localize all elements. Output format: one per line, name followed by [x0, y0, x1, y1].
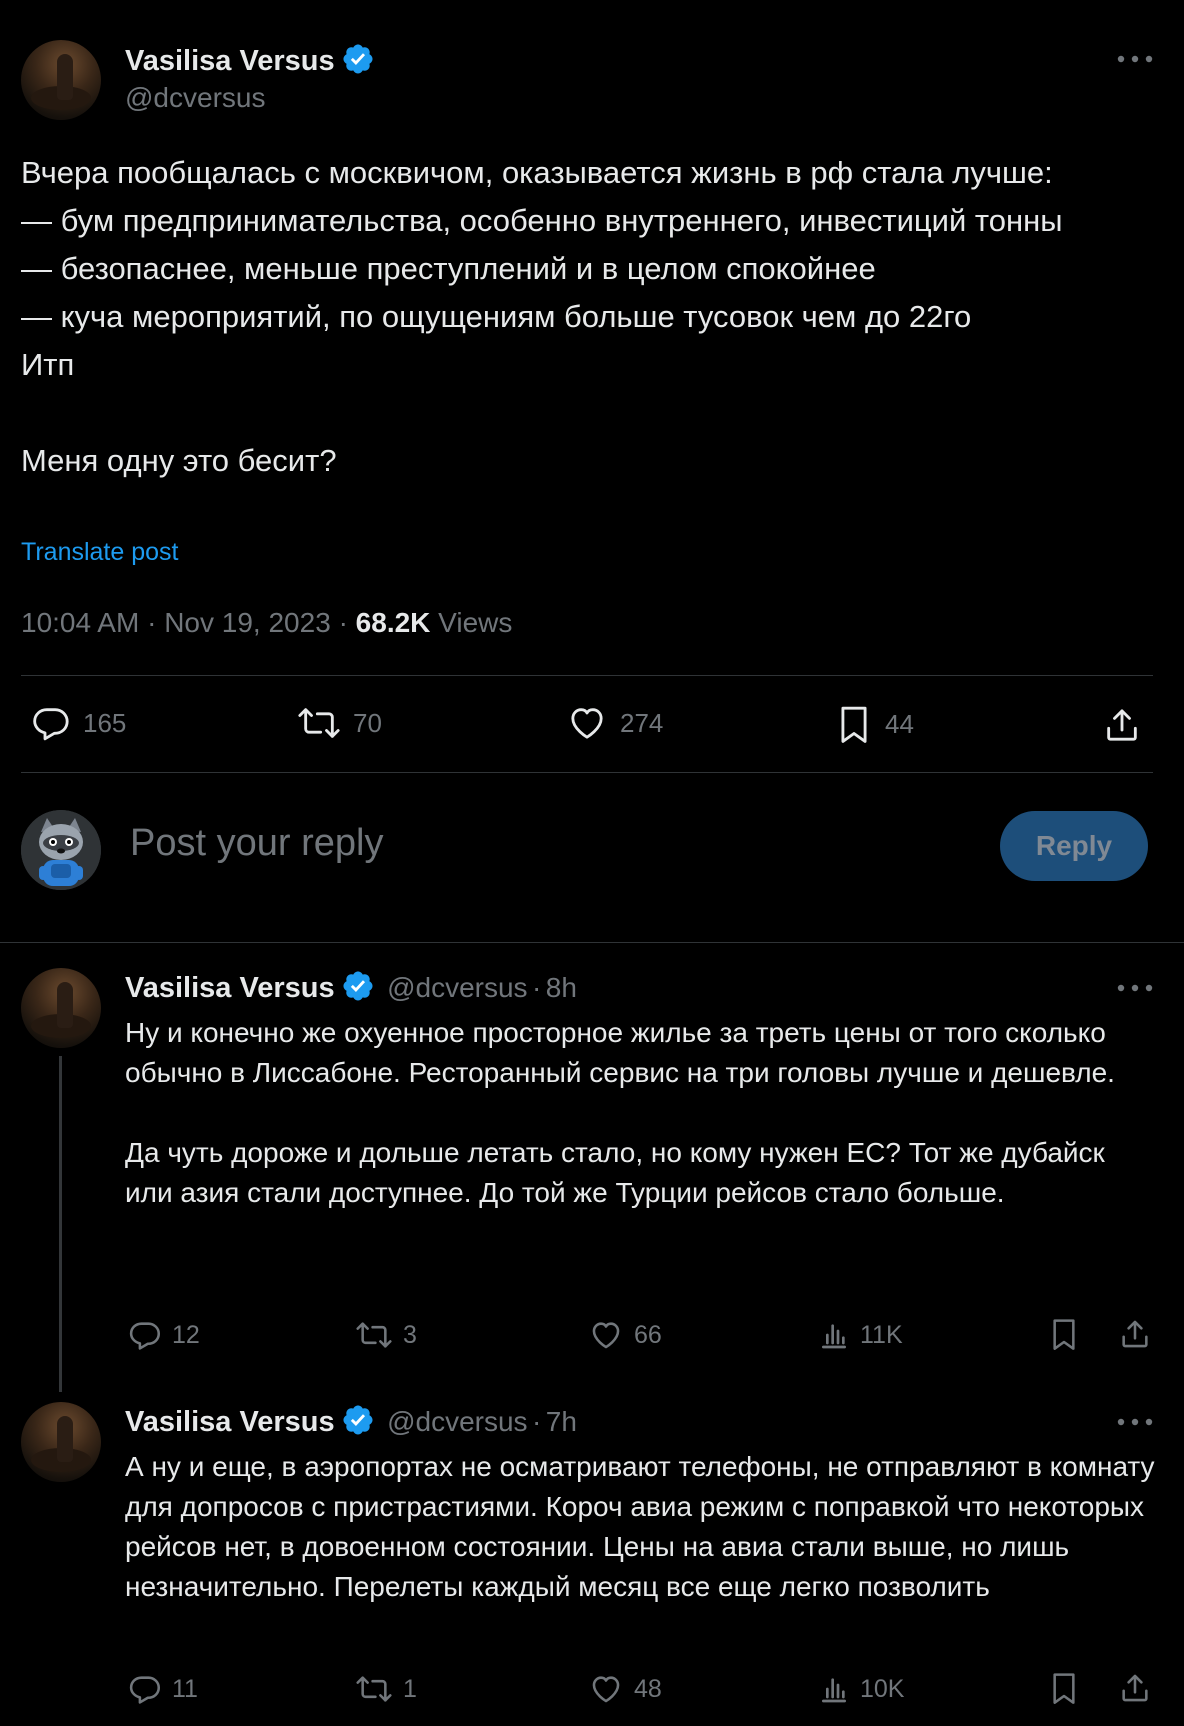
meta-separator: · [532, 972, 542, 1003]
repost-icon [355, 1672, 393, 1706]
author-name-row[interactable]: Vasilisa Versus [125, 42, 375, 78]
reply-icon [128, 1318, 162, 1352]
more-icon[interactable] [1115, 981, 1155, 999]
repost-icon [355, 1318, 393, 1352]
repost-action[interactable]: 3 [355, 1318, 417, 1352]
reply-time[interactable]: 7h [546, 1406, 577, 1437]
views-icon [818, 1672, 850, 1706]
author-name[interactable]: Vasilisa Versus [125, 45, 335, 77]
divider [21, 772, 1153, 773]
bookmark-count: 44 [885, 708, 914, 739]
repost-action[interactable]: 1 [355, 1672, 417, 1706]
reply-time[interactable]: 8h [546, 972, 577, 1003]
reply-button[interactable]: Reply [1000, 811, 1148, 881]
divider [0, 942, 1184, 943]
reply-count: 11 [172, 1674, 198, 1703]
bookmark-icon[interactable] [1048, 1670, 1080, 1711]
share-icon[interactable] [1102, 705, 1142, 750]
reply-header: Vasilisa Versus @dcversus · 8h [125, 969, 577, 1005]
bookmark-icon [835, 703, 873, 745]
like-action[interactable]: 66 [588, 1318, 662, 1352]
share-icon[interactable] [1118, 1317, 1152, 1356]
reply-input[interactable]: Post your reply [130, 822, 383, 865]
verified-badge-icon [343, 971, 373, 1001]
reply-count: 12 [172, 1320, 200, 1349]
reply-action[interactable]: 11 [128, 1672, 198, 1706]
author-handle[interactable]: @dcversus [125, 82, 265, 114]
like-icon [588, 1672, 624, 1706]
views-count: 68.2K [355, 607, 431, 638]
reply-count: 165 [83, 707, 127, 738]
reply-author-handle[interactable]: @dcversus [387, 972, 527, 1003]
post-time[interactable]: 10:04 AM [21, 607, 139, 638]
verified-badge-icon [343, 1405, 373, 1435]
reply-action[interactable]: 12 [128, 1318, 200, 1352]
repost-icon [297, 703, 341, 743]
repost-count: 70 [353, 707, 382, 738]
divider [21, 675, 1153, 676]
reply-text: Ну и конечно же охуенное просторное жиль… [125, 1017, 1115, 1208]
meta-separator: · [147, 607, 157, 638]
post-date[interactable]: Nov 19, 2023 [164, 607, 331, 638]
like-count: 66 [634, 1320, 662, 1349]
verified-badge-icon [343, 44, 373, 74]
post-meta: 10:04 AM · Nov 19, 2023 · 68.2K Views [21, 607, 512, 639]
like-count: 274 [620, 707, 664, 738]
reply-author-handle[interactable]: @dcversus [387, 1406, 527, 1437]
like-action[interactable]: 48 [588, 1672, 662, 1706]
like-icon [588, 1318, 624, 1352]
reply-author-name[interactable]: Vasilisa Versus [125, 1406, 335, 1438]
like-icon [566, 703, 608, 743]
like-count: 48 [634, 1674, 662, 1703]
views-count: 10K [860, 1674, 905, 1703]
views-label: Views [438, 607, 513, 638]
repost-count: 1 [403, 1674, 417, 1703]
reply-header: Vasilisa Versus @dcversus · 7h [125, 1403, 577, 1439]
views-count: 11K [860, 1320, 903, 1349]
share-icon[interactable] [1118, 1671, 1152, 1710]
views-action[interactable]: 11K [818, 1318, 903, 1352]
bookmark-action[interactable]: 44 [835, 703, 914, 745]
thread-line [59, 1056, 62, 1392]
reply-author-name[interactable]: Vasilisa Versus [125, 972, 335, 1004]
views-action[interactable]: 10K [818, 1672, 904, 1706]
views-icon [818, 1318, 850, 1352]
reply-avatar[interactable] [21, 1402, 101, 1482]
repost-count: 3 [403, 1320, 417, 1349]
user-avatar[interactable] [21, 810, 101, 890]
meta-separator: · [532, 1406, 542, 1437]
meta-separator: · [338, 607, 348, 638]
reply-avatar[interactable] [21, 968, 101, 1048]
reply-icon [31, 703, 71, 743]
reply-action[interactable]: 165 [31, 703, 126, 743]
reply-text: А ну и еще, в аэропортах не осматривают … [125, 1451, 1155, 1602]
more-icon[interactable] [1115, 1415, 1155, 1433]
bookmark-icon[interactable] [1048, 1316, 1080, 1357]
author-avatar[interactable] [21, 40, 101, 120]
reply-icon [128, 1672, 162, 1706]
more-icon[interactable] [1115, 52, 1155, 70]
repost-action[interactable]: 70 [297, 703, 382, 743]
translate-link[interactable]: Translate post [21, 538, 178, 567]
post-text: Вчера пообщалась с москвичом, оказываетс… [21, 155, 1063, 478]
like-action[interactable]: 274 [566, 703, 663, 743]
